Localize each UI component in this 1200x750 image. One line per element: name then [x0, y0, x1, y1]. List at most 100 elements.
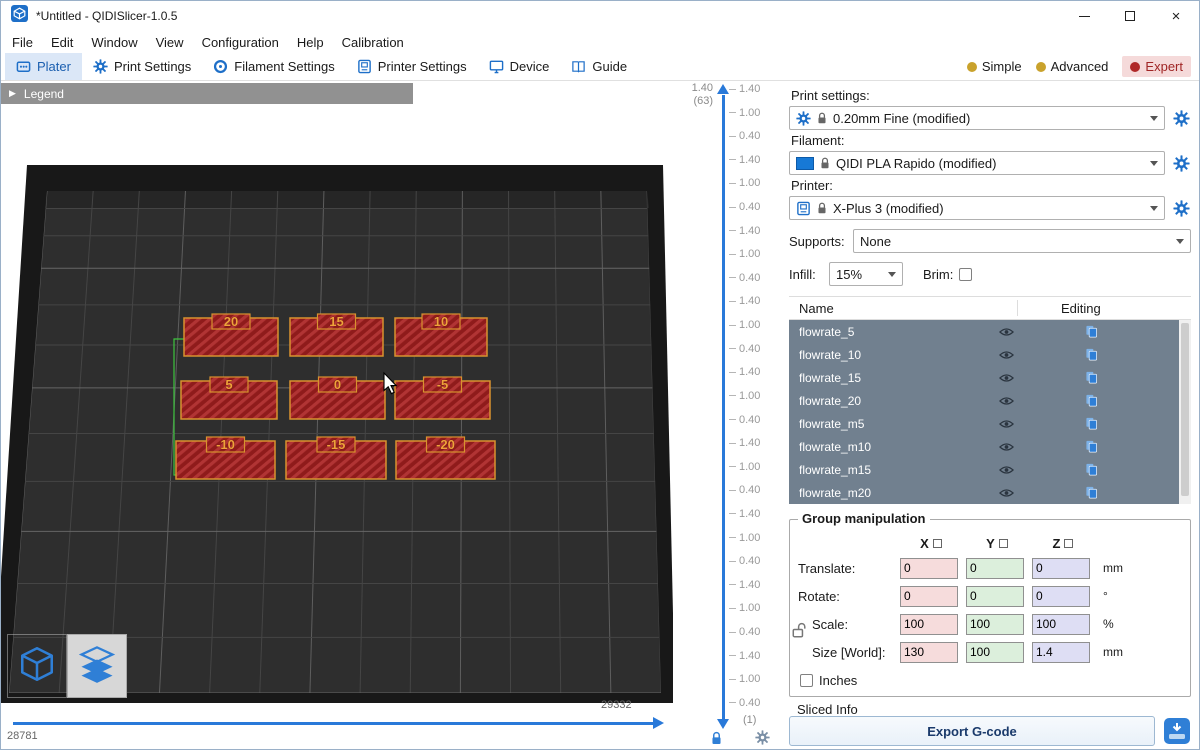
- scene-object-10[interactable]: 10: [395, 314, 487, 356]
- object-row-flowrate_m20[interactable]: flowrate_m20: [789, 481, 1179, 504]
- 3d-editor-view-button[interactable]: [7, 634, 67, 698]
- editing-icon[interactable]: [1085, 486, 1098, 499]
- viewport-3d[interactable]: 20151050-5-10-15-20 ▶ Legend 29332 28781: [1, 81, 673, 749]
- menu-edit[interactable]: Edit: [42, 33, 82, 52]
- editing-icon[interactable]: [1085, 394, 1098, 407]
- object-row-flowrate_10[interactable]: flowrate_10: [789, 343, 1179, 366]
- scale-z-input[interactable]: [1032, 614, 1090, 635]
- column-header-name[interactable]: Name: [789, 301, 834, 316]
- tab-device[interactable]: Device: [478, 53, 561, 80]
- maximize-button[interactable]: [1107, 1, 1153, 31]
- menu-help[interactable]: Help: [288, 33, 333, 52]
- legend-bar[interactable]: ▶ Legend: [1, 83, 413, 104]
- supports-combo[interactable]: None: [853, 229, 1191, 253]
- export-gcode-button[interactable]: Export G-code: [789, 716, 1155, 746]
- scale-lock-icon[interactable]: [792, 622, 808, 641]
- export-device-icon[interactable]: [1163, 717, 1191, 745]
- sizeworld-z-input[interactable]: [1032, 642, 1090, 663]
- editing-icon[interactable]: [1085, 371, 1098, 384]
- object-row-flowrate_20[interactable]: flowrate_20: [789, 389, 1179, 412]
- menu-calibration[interactable]: Calibration: [333, 33, 413, 52]
- eye-icon[interactable]: [999, 488, 1014, 498]
- scrollbar-thumb[interactable]: [1181, 323, 1189, 496]
- tab-guide[interactable]: Guide: [560, 53, 638, 80]
- editing-icon[interactable]: [1085, 417, 1098, 430]
- scene-object-15[interactable]: 15: [290, 314, 383, 356]
- eye-icon[interactable]: [999, 442, 1014, 452]
- sizeworld-y-input[interactable]: [966, 642, 1024, 663]
- lock-icon: [817, 202, 827, 214]
- object-row-flowrate_5[interactable]: flowrate_5: [789, 320, 1179, 343]
- mode-expert[interactable]: Expert: [1122, 56, 1191, 77]
- editing-icon[interactable]: [1085, 440, 1098, 453]
- eye-icon[interactable]: [999, 419, 1014, 429]
- rotate-x-input[interactable]: [900, 586, 958, 607]
- editing-icon[interactable]: [1085, 463, 1098, 476]
- layer-slider-down-arrow-icon[interactable]: [717, 719, 729, 729]
- eye-icon[interactable]: [999, 350, 1014, 360]
- editing-icon[interactable]: [1085, 325, 1098, 338]
- filament-combo[interactable]: QIDI PLA Rapido (modified): [789, 151, 1165, 175]
- tab-plater[interactable]: Plater: [5, 53, 82, 80]
- scene-object--20[interactable]: -20: [396, 437, 495, 479]
- layer-slider-up-arrow-icon[interactable]: [717, 84, 729, 94]
- scene-object-0[interactable]: 0: [290, 377, 385, 419]
- inches-checkbox[interactable]: [800, 674, 813, 687]
- minimize-button[interactable]: [1061, 1, 1107, 31]
- scene-object-20[interactable]: 20: [184, 314, 278, 356]
- scale-x-input[interactable]: [900, 614, 958, 635]
- tick-mark: [729, 136, 736, 137]
- object-list-scrollbar[interactable]: [1179, 320, 1191, 504]
- sizeworld-x-input[interactable]: [900, 642, 958, 663]
- scene-object-5[interactable]: 5: [181, 377, 277, 419]
- rotate-z-input[interactable]: [1032, 586, 1090, 607]
- slider-lock-icon[interactable]: [711, 731, 722, 748]
- scene-object--5[interactable]: -5: [395, 377, 490, 419]
- menu-view[interactable]: View: [147, 33, 193, 52]
- layer-tick: 0.40: [729, 343, 760, 355]
- scene-object--10[interactable]: -10: [176, 437, 275, 479]
- print-settings-gear-button[interactable]: [1171, 108, 1191, 128]
- eye-icon[interactable]: [999, 327, 1014, 337]
- scene-object--15[interactable]: -15: [286, 437, 386, 479]
- print-settings-combo[interactable]: 0.20mm Fine (modified): [789, 106, 1165, 130]
- printer-gear-button[interactable]: [1171, 198, 1191, 218]
- app-window: *Untitled - QIDISlicer-1.0.5 × FileEditW…: [0, 0, 1200, 750]
- infill-combo[interactable]: 15%: [829, 262, 903, 286]
- object-row-flowrate_m10[interactable]: flowrate_m10: [789, 435, 1179, 458]
- object-row-flowrate_m15[interactable]: flowrate_m15: [789, 458, 1179, 481]
- menu-configuration[interactable]: Configuration: [193, 33, 288, 52]
- preview-view-button[interactable]: [67, 634, 127, 698]
- slider-gear-icon[interactable]: [755, 730, 770, 748]
- printer-combo[interactable]: X-Plus 3 (modified): [789, 196, 1165, 220]
- brim-checkbox[interactable]: [959, 268, 972, 281]
- mode-simple[interactable]: Simple: [967, 59, 1022, 74]
- gear-icon: [93, 59, 108, 74]
- tab-printer-settings[interactable]: Printer Settings: [346, 53, 478, 80]
- layer-ticks: 1.401.000.401.401.000.401.401.000.401.40…: [729, 83, 760, 709]
- eye-icon[interactable]: [999, 373, 1014, 383]
- rotate-y-input[interactable]: [966, 586, 1024, 607]
- translate-y-input[interactable]: [966, 558, 1024, 579]
- filament-gear-button[interactable]: [1171, 153, 1191, 173]
- scale-y-input[interactable]: [966, 614, 1024, 635]
- close-button[interactable]: ×: [1153, 1, 1199, 31]
- translate-z-input[interactable]: [1032, 558, 1090, 579]
- object-row-flowrate_15[interactable]: flowrate_15: [789, 366, 1179, 389]
- editing-icon[interactable]: [1085, 348, 1098, 361]
- layer-slider[interactable]: [722, 95, 725, 719]
- menu-file[interactable]: File: [3, 33, 42, 52]
- translate-x-input[interactable]: [900, 558, 958, 579]
- eye-icon[interactable]: [999, 396, 1014, 406]
- column-header-editing[interactable]: Editing: [1061, 301, 1101, 316]
- horizontal-slider-arrow-icon[interactable]: [653, 717, 664, 729]
- tab-filament-settings[interactable]: Filament Settings: [202, 53, 345, 80]
- menu-window[interactable]: Window: [82, 33, 146, 52]
- object-row-flowrate_m5[interactable]: flowrate_m5: [789, 412, 1179, 435]
- horizontal-range-slider[interactable]: [13, 722, 653, 725]
- tab-print-settings[interactable]: Print Settings: [82, 53, 202, 80]
- printer-label: Printer:: [791, 178, 1191, 193]
- mode-advanced[interactable]: Advanced: [1036, 59, 1109, 74]
- eye-icon[interactable]: [999, 465, 1014, 475]
- object-label: -20: [436, 437, 455, 452]
